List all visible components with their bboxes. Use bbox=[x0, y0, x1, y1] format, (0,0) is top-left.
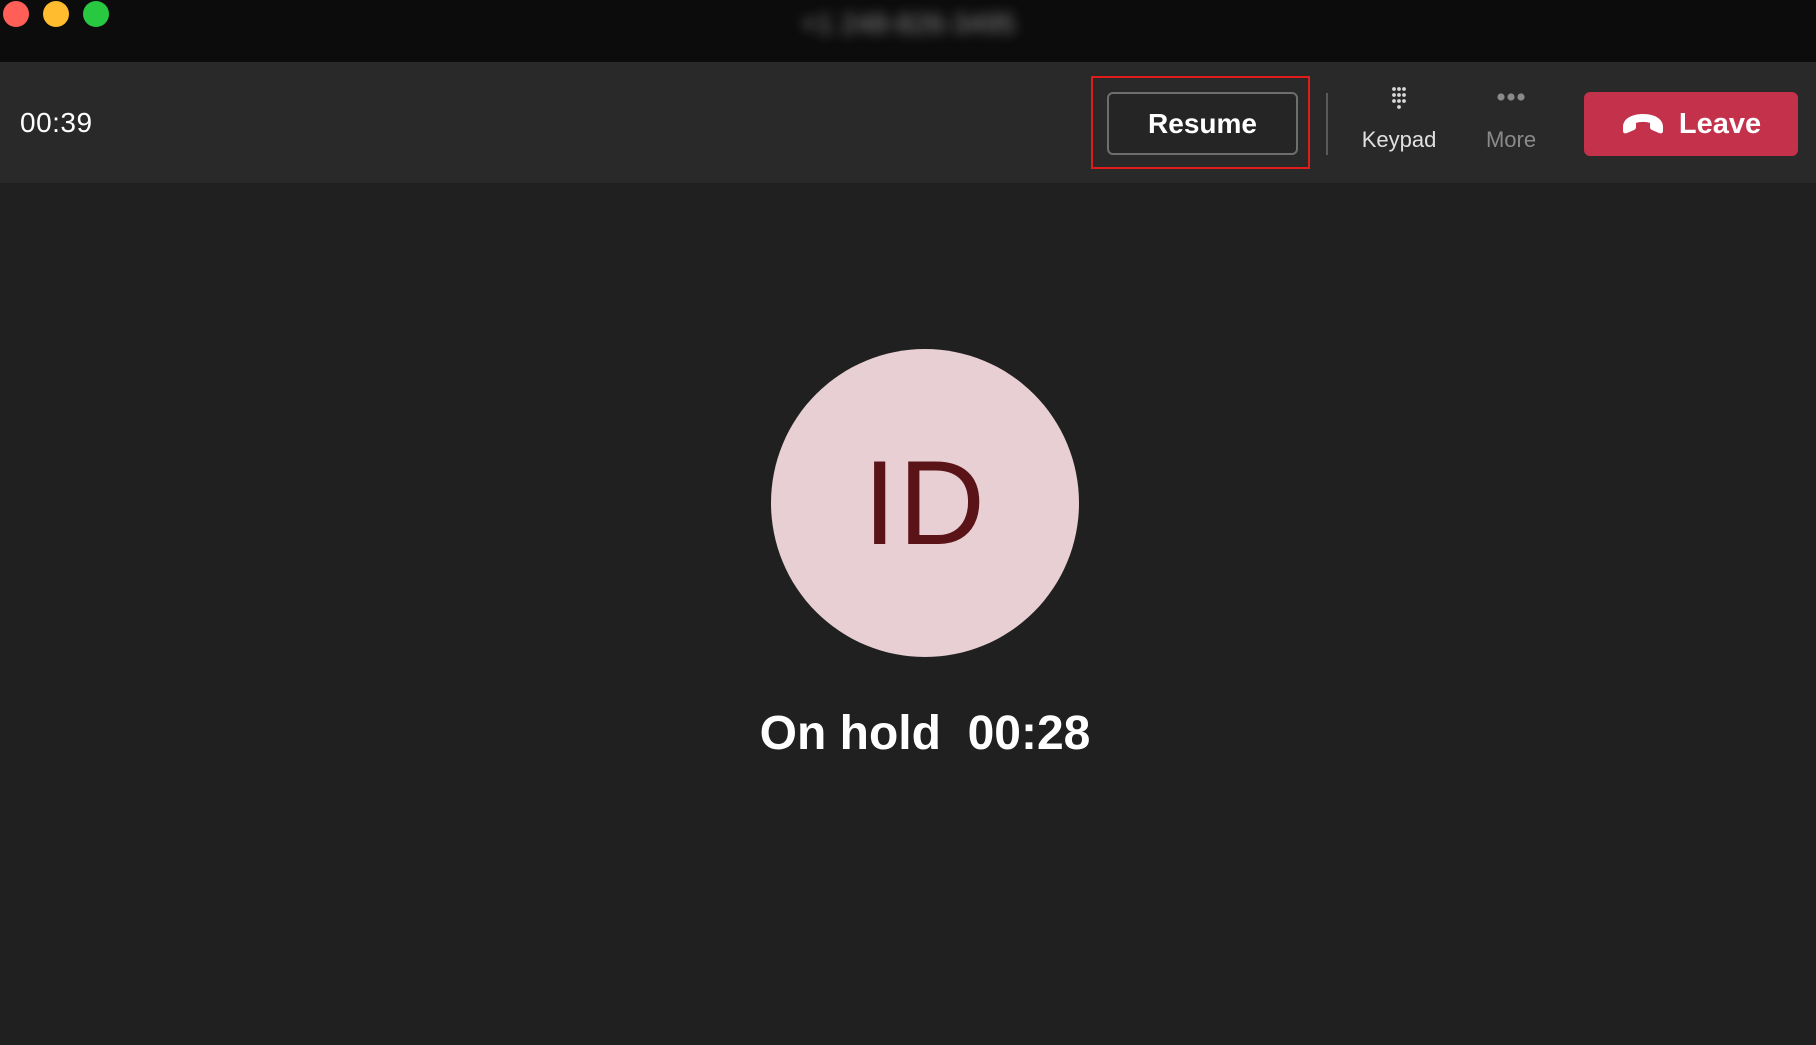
more-label: More bbox=[1485, 127, 1537, 152]
avatar: ID bbox=[771, 349, 1079, 657]
hold-status: On hold 00:28 bbox=[0, 706, 1816, 761]
call-duration: 00:39 bbox=[20, 107, 93, 138]
hang-up-phone-icon bbox=[1622, 114, 1663, 134]
call-window: +1 248-826-3495 00:39 Resume Keypad More… bbox=[0, 0, 1816, 1045]
keypad-button[interactable]: Keypad bbox=[1349, 85, 1449, 165]
dialpad-icon bbox=[1392, 87, 1406, 109]
avatar-initials: ID bbox=[863, 436, 987, 570]
hold-timer: 00:28 bbox=[967, 707, 1091, 760]
hold-label: On hold bbox=[759, 707, 941, 760]
resume-button[interactable]: Resume bbox=[1107, 92, 1298, 155]
call-toolbar: 00:39 Resume Keypad More Leave bbox=[0, 63, 1816, 183]
more-dots-icon bbox=[1497, 93, 1525, 101]
leave-label: Leave bbox=[1678, 107, 1762, 140]
keypad-label: Keypad bbox=[1361, 127, 1437, 152]
more-button[interactable]: More bbox=[1461, 85, 1561, 165]
window-title: +1 248-826-3495 bbox=[800, 8, 1016, 39]
toolbar-divider bbox=[1326, 93, 1328, 155]
leave-button[interactable]: Leave bbox=[1584, 92, 1798, 156]
title-bar: +1 248-826-3495 bbox=[0, 0, 1816, 63]
